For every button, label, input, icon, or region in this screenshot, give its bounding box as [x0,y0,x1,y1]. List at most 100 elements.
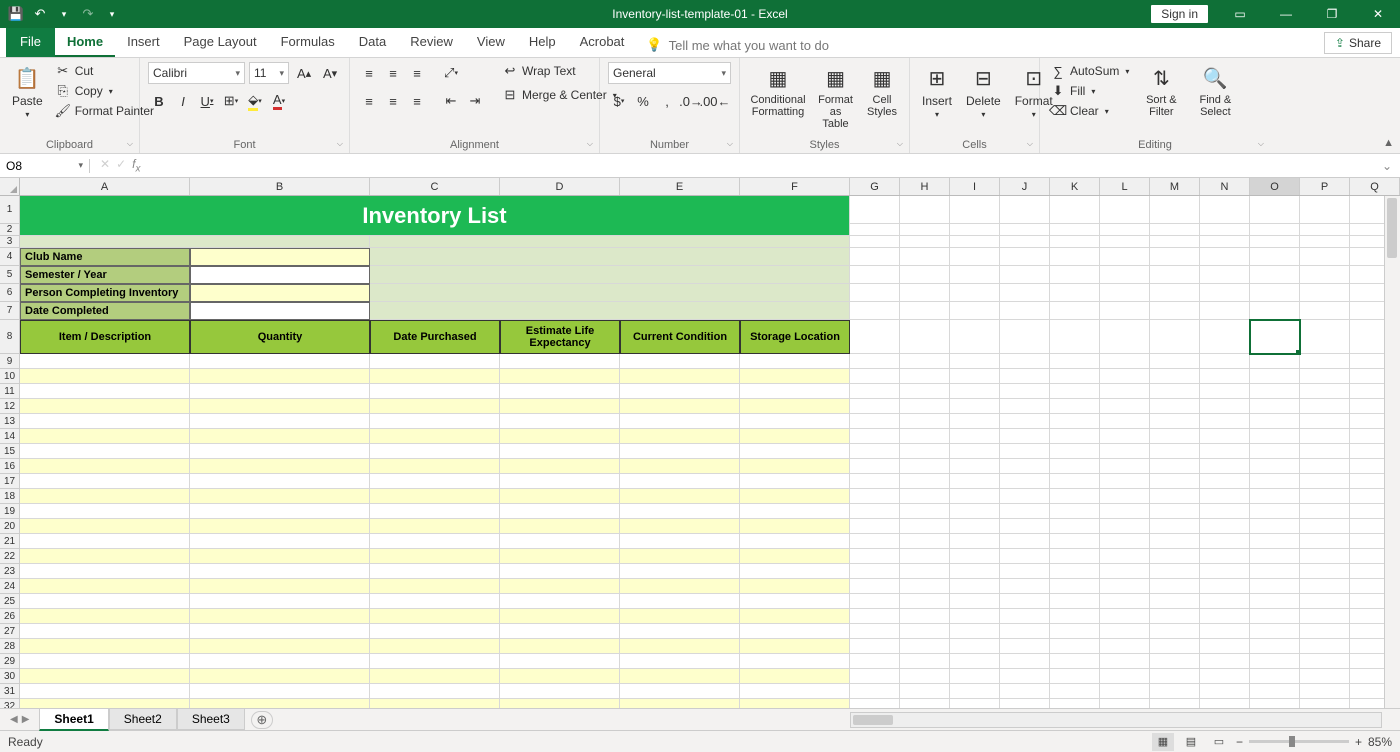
data-cell[interactable] [500,639,620,654]
cell-P15[interactable] [1300,444,1350,459]
data-cell[interactable] [620,609,740,624]
cell-I16[interactable] [950,459,1000,474]
cell-P23[interactable] [1300,564,1350,579]
cell-P28[interactable] [1300,639,1350,654]
cell-L30[interactable] [1100,669,1150,684]
data-cell[interactable] [500,474,620,489]
cell-O5[interactable] [1250,266,1300,284]
cell-M24[interactable] [1150,579,1200,594]
cell-G23[interactable] [850,564,900,579]
insert-cells-button[interactable]: ⊞Insert▾ [918,62,956,121]
cell-O2[interactable] [1250,224,1300,236]
borders-button[interactable]: ⊞▾ [220,90,242,112]
data-cell[interactable] [370,654,500,669]
cell-L18[interactable] [1100,489,1150,504]
cell-N30[interactable] [1200,669,1250,684]
row-header-2[interactable]: 2 [0,224,20,236]
data-cell[interactable] [190,399,370,414]
view-normal-icon[interactable]: ▦ [1152,733,1174,751]
underline-button[interactable]: U▾ [196,90,218,112]
cell-P16[interactable] [1300,459,1350,474]
cell-L20[interactable] [1100,519,1150,534]
redo-icon[interactable]: ↷ [78,4,98,24]
grow-font-icon[interactable]: A▴ [293,62,315,84]
cell-L21[interactable] [1100,534,1150,549]
cell-M17[interactable] [1150,474,1200,489]
data-cell[interactable] [620,549,740,564]
cell-L7[interactable] [1100,302,1150,320]
data-cell[interactable] [20,609,190,624]
cell-J29[interactable] [1000,654,1050,669]
zoom-level[interactable]: 85% [1368,735,1392,749]
data-cell[interactable] [370,519,500,534]
cell-M4[interactable] [1150,248,1200,266]
cell-I32[interactable] [950,699,1000,708]
data-cell[interactable] [190,564,370,579]
data-cell[interactable] [370,699,500,708]
cell-O18[interactable] [1250,489,1300,504]
data-cell[interactable] [620,369,740,384]
cell-G13[interactable] [850,414,900,429]
data-cell[interactable] [20,414,190,429]
cell-P3[interactable] [1300,236,1350,248]
cell-H5[interactable] [900,266,950,284]
data-cell[interactable] [20,489,190,504]
cell-N26[interactable] [1200,609,1250,624]
cell-P9[interactable] [1300,354,1350,369]
cell-N6[interactable] [1200,284,1250,302]
cell-H7[interactable] [900,302,950,320]
data-cell[interactable] [500,669,620,684]
data-cell[interactable] [190,369,370,384]
tab-file[interactable]: File [6,28,55,57]
cell-O10[interactable] [1250,369,1300,384]
cell-K21[interactable] [1050,534,1100,549]
cell-G20[interactable] [850,519,900,534]
cell-M30[interactable] [1150,669,1200,684]
data-cell[interactable] [190,429,370,444]
cell-J31[interactable] [1000,684,1050,699]
cell-G10[interactable] [850,369,900,384]
data-cell[interactable] [20,654,190,669]
fx-icon[interactable]: fx [132,157,140,174]
cell-K20[interactable] [1050,519,1100,534]
cell-M32[interactable] [1150,699,1200,708]
fill-button[interactable]: ⬇Fill▾ [1048,82,1131,100]
data-cell[interactable] [740,609,850,624]
cell-J25[interactable] [1000,594,1050,609]
cell-H16[interactable] [900,459,950,474]
data-cell[interactable] [740,639,850,654]
tab-view[interactable]: View [465,28,517,57]
cell-L13[interactable] [1100,414,1150,429]
cell-L3[interactable] [1100,236,1150,248]
row-header-5[interactable]: 5 [0,266,20,284]
cell-H17[interactable] [900,474,950,489]
cell-P11[interactable] [1300,384,1350,399]
data-cell[interactable] [740,474,850,489]
cell-P13[interactable] [1300,414,1350,429]
cell-L24[interactable] [1100,579,1150,594]
cell-L25[interactable] [1100,594,1150,609]
data-cell[interactable] [370,624,500,639]
cell-L32[interactable] [1100,699,1150,708]
data-cell[interactable] [370,609,500,624]
row-header-7[interactable]: 7 [0,302,20,320]
cell-H29[interactable] [900,654,950,669]
cell-K3[interactable] [1050,236,1100,248]
cell-O9[interactable] [1250,354,1300,369]
cell-I18[interactable] [950,489,1000,504]
data-cell[interactable] [500,684,620,699]
cell-P20[interactable] [1300,519,1350,534]
data-cell[interactable] [20,369,190,384]
cell-I8[interactable] [950,320,1000,354]
cell-H2[interactable] [900,224,950,236]
cell-G22[interactable] [850,549,900,564]
align-top-icon[interactable]: ≡ [358,62,380,84]
data-cell[interactable] [190,654,370,669]
row-header-18[interactable]: 18 [0,489,20,504]
data-cell[interactable] [20,504,190,519]
cell-G24[interactable] [850,579,900,594]
data-cell[interactable] [740,669,850,684]
cell-I10[interactable] [950,369,1000,384]
cell-K28[interactable] [1050,639,1100,654]
cell-G11[interactable] [850,384,900,399]
